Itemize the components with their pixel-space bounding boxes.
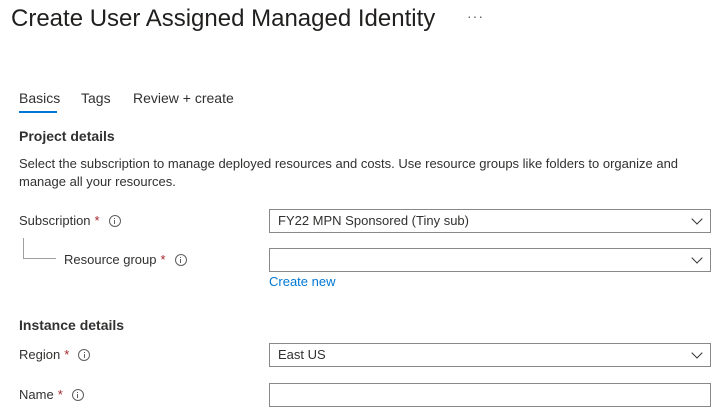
required-marker: * xyxy=(64,347,70,362)
name-input[interactable] xyxy=(269,383,711,407)
create-new-resource-group-link[interactable]: Create new xyxy=(269,273,335,291)
resource-group-label-text: Resource group xyxy=(64,252,157,267)
required-marker: * xyxy=(94,213,100,228)
resource-group-dropdown[interactable] xyxy=(269,248,711,272)
info-icon[interactable] xyxy=(78,349,91,361)
tab-selected-indicator xyxy=(19,111,57,113)
subscription-value: FY22 MPN Sponsored (Tiny sub) xyxy=(278,213,469,228)
region-value: East US xyxy=(278,347,326,362)
name-label-text: Name xyxy=(19,387,54,402)
page-title: Create User Assigned Managed Identity xyxy=(11,5,436,32)
info-icon[interactable] xyxy=(174,254,187,266)
info-icon[interactable] xyxy=(71,389,84,401)
region-label: Region * xyxy=(19,346,91,364)
region-dropdown[interactable]: East US xyxy=(269,343,711,367)
instance-details-heading: Instance details xyxy=(19,317,125,333)
required-marker: * xyxy=(160,252,166,267)
subscription-label-text: Subscription xyxy=(19,213,91,228)
tree-connector-vertical xyxy=(23,238,24,258)
project-details-description: Select the subscription to manage deploy… xyxy=(19,156,679,189)
info-icon[interactable] xyxy=(108,215,121,227)
tab-basics[interactable]: Basics xyxy=(19,89,60,107)
project-details-heading: Project details xyxy=(19,128,115,144)
tab-tags[interactable]: Tags xyxy=(81,89,111,107)
required-marker: * xyxy=(57,387,63,402)
tab-review-create[interactable]: Review + create xyxy=(133,89,234,107)
chevron-down-icon xyxy=(691,347,703,359)
chevron-down-icon xyxy=(691,252,703,264)
tree-connector-horizontal xyxy=(23,258,56,259)
resource-group-label: Resource group * xyxy=(64,251,187,269)
more-options-icon[interactable]: ··· xyxy=(467,8,484,24)
subscription-dropdown[interactable]: FY22 MPN Sponsored (Tiny sub) xyxy=(269,209,711,233)
subscription-label: Subscription * xyxy=(19,212,121,230)
name-label: Name * xyxy=(19,386,84,404)
chevron-down-icon xyxy=(691,213,703,225)
region-label-text: Region xyxy=(19,347,61,362)
